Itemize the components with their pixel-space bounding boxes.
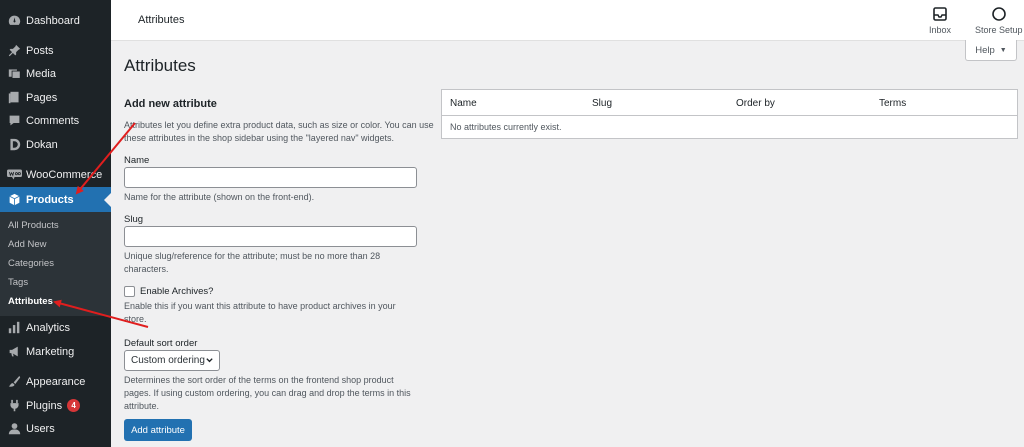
top-header: Attributes Inbox Store Setup [111,0,1024,41]
user-icon [4,422,24,435]
sort-order-select[interactable]: Custom ordering [124,350,220,371]
box-icon [4,193,24,206]
column-header-slug[interactable]: Slug [592,98,612,109]
submenu-item-add-new[interactable]: Add New [8,239,47,250]
sort-help-line-1: Determines the sort order of the terms o… [124,375,394,385]
name-help: Name for the attribute (shown on the fro… [124,192,315,202]
sidebar-item-analytics[interactable]: Analytics [0,316,111,339]
empty-table-message: No attributes currently exist. [450,122,562,132]
intro-text-line-2: these attributes in the shop sidebar usi… [124,133,395,143]
sidebar-item-label: Posts [26,44,54,57]
sidebar-item-label: Dashboard [26,14,80,27]
products-submenu: All Products Add New Categories Tags Att… [0,212,111,316]
intro-text-line-1: Attributes let you define extra product … [124,120,434,130]
submenu-item-all-products[interactable]: All Products [8,220,59,231]
caret-down-icon: ▼ [999,46,1007,54]
sidebar-item-label: Users [26,422,55,435]
name-field[interactable] [124,167,417,188]
store-setup-icon [991,7,1006,21]
sidebar-item-products[interactable]: Products [0,187,111,212]
page-title: Attributes [124,56,196,75]
sidebar-item-label: Comments [26,114,80,127]
enable-archives-checkbox[interactable] [124,286,135,297]
add-attribute-button[interactable]: Add attribute [124,419,192,441]
chevron-down-icon [206,358,213,363]
sidebar-item-label: Plugins [26,399,63,412]
attributes-table: Name Slug Order by Terms No attributes c… [441,89,1018,139]
sidebar-item-dashboard[interactable]: Dashboard [0,9,111,32]
sidebar-item-label: WooCommerce [26,168,103,181]
chart-icon [4,321,24,334]
sidebar-item-label: Media [26,67,56,80]
slug-help-line-1: Unique slug/reference for the attribute;… [124,251,381,261]
column-header-order-by[interactable]: Order by [736,98,775,109]
inbox-button[interactable]: Inbox [929,6,951,35]
sidebar-item-plugins[interactable]: Plugins 4 [0,394,111,417]
column-header-terms[interactable]: Terms [879,98,906,109]
megaphone-icon [4,345,24,358]
sidebar-item-marketing[interactable]: Marketing [0,340,111,363]
plug-icon [4,399,24,412]
plugins-update-badge: 4 [67,399,81,412]
submenu-item-categories[interactable]: Categories [8,258,54,269]
slug-label: Slug [124,214,144,225]
table-header-divider [442,115,1017,116]
media-icon [4,67,24,80]
name-label: Name [124,155,150,166]
sidebar-item-label: Analytics [26,321,71,334]
store-setup-label: Store Setup [975,25,1023,35]
sidebar-item-label: Pages [26,91,58,104]
sidebar-item-users[interactable]: Users [0,417,111,440]
brush-icon [4,375,24,388]
submenu-item-attributes[interactable]: Attributes [8,296,53,307]
slug-help-line-2: characters. [124,264,169,274]
pages-icon [4,91,24,104]
enable-archives-label: Enable Archives? [140,286,214,297]
sidebar-item-posts[interactable]: Posts [0,39,111,62]
sort-order-value: Custom ordering [131,355,205,366]
archives-help-line-2: store. [124,314,147,324]
sort-order-label: Default sort order [124,338,198,349]
inbox-label: Inbox [929,25,952,35]
header-title: Attributes [138,14,185,26]
slug-field[interactable] [124,226,417,247]
sidebar-item-comments[interactable]: Comments [0,109,111,132]
sidebar-item-pages[interactable]: Pages [0,86,111,109]
pin-icon [4,44,24,57]
sidebar-item-dokan[interactable]: Dokan [0,133,111,156]
woo-icon [4,169,24,180]
column-header-name[interactable]: Name [450,98,477,109]
sidebar-item-media[interactable]: Media [0,62,111,85]
sidebar-item-woocommerce[interactable]: WooCommerce [0,163,111,186]
sidebar-item-label: Dokan [26,138,58,151]
submenu-item-tags[interactable]: Tags [8,277,28,288]
help-button[interactable]: Help ▼ [965,40,1017,61]
comment-icon [4,114,24,127]
form-title: Add new attribute [124,98,217,110]
store-setup-button[interactable]: Store Setup [975,6,1023,35]
sort-help-line-2: pages. If using custom ordering, you can… [124,388,411,398]
sidebar-item-appearance[interactable]: Appearance [0,370,111,393]
archives-help-line-1: Enable this if you want this attribute t… [124,301,396,311]
dashboard-icon [4,14,24,27]
inbox-icon [933,7,947,21]
help-label: Help [975,44,995,56]
dokan-icon [4,138,24,151]
sidebar-item-label: Appearance [26,375,86,388]
sidebar-item-label: Products [26,193,74,206]
sidebar-item-label: Marketing [26,345,75,358]
admin-sidebar: Dashboard Posts Media Pages Comments Dok… [0,0,111,447]
sort-help-line-3: attribute. [124,401,160,411]
